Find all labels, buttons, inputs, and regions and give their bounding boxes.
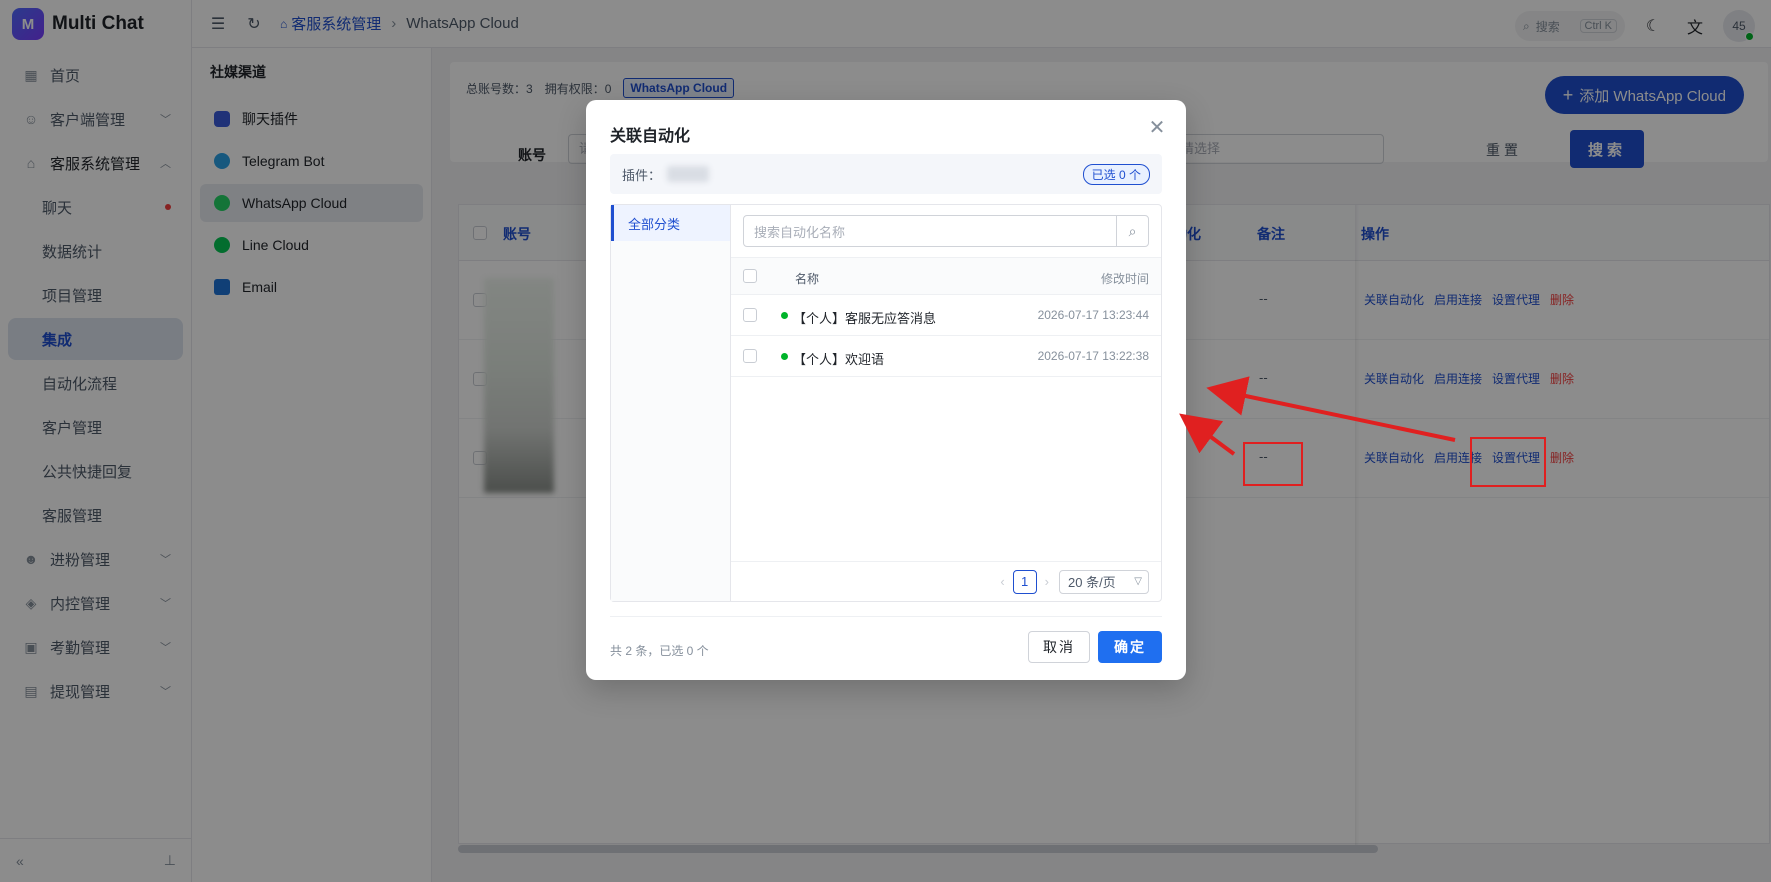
automation-list: 搜索自动化名称 ⌕ 名称 修改时间 【个人】客服无应答消息 2026-07-17… [731, 205, 1161, 601]
search-icon[interactable]: ⌕ [1116, 216, 1148, 246]
confirm-button[interactable]: 确定 [1098, 631, 1162, 663]
pagination: ‹ 1 › 20 条/页 ▽ [731, 561, 1161, 601]
plugin-label: 插件： [622, 167, 662, 183]
select-all-automations-checkbox[interactable] [743, 269, 757, 283]
list-header: 名称 修改时间 [731, 257, 1161, 295]
status-dot [781, 353, 788, 360]
automation-picker: 全部分类 搜索自动化名称 ⌕ 名称 修改时间 【个人】客服无应答消息 2026-… [610, 204, 1162, 602]
list-item[interactable]: 【个人】欢迎语 2026-07-17 13:22:38 [731, 336, 1161, 377]
annotation-box-link-action [1470, 437, 1546, 487]
current-page[interactable]: 1 [1012, 569, 1037, 594]
chevron-down-icon: ▽ [1134, 576, 1142, 587]
dialog-title: 关联自动化 [610, 128, 691, 145]
automation-search[interactable]: 搜索自动化名称 ⌕ [743, 215, 1149, 247]
category-all[interactable]: 全部分类 [611, 205, 730, 241]
page-size-value: 20 条/页 [1068, 575, 1116, 590]
selected-count-tag: 已选 0 个 [1082, 163, 1150, 185]
automation-time: 2026-07-17 13:23:44 [1037, 308, 1149, 322]
status-dot [781, 312, 788, 319]
selection-summary: 共 2 条，已选 0 个 [610, 644, 709, 658]
annotation-box-automation [1243, 442, 1303, 486]
close-icon[interactable]: ✕ [1146, 116, 1168, 139]
automation-search-input[interactable]: 搜索自动化名称 [744, 222, 1116, 241]
page-size-select[interactable]: 20 条/页 ▽ [1059, 569, 1149, 594]
list-item[interactable]: 【个人】客服无应答消息 2026-07-17 13:23:44 [731, 295, 1161, 336]
col-modified-time: 修改时间 [1100, 272, 1149, 286]
redacted-plugin-name [667, 166, 710, 182]
next-page-icon[interactable]: › [1045, 574, 1049, 589]
link-automation-dialog: 关联自动化 ✕ 插件： 已选 0 个 全部分类 搜索自动化名称 ⌕ 名称 修改时… [586, 100, 1186, 680]
col-name: 名称 [795, 272, 820, 286]
category-list: 全部分类 [611, 205, 731, 601]
automation-name: 【个人】客服无应答消息 [793, 311, 937, 326]
automation-time: 2026-07-17 13:22:38 [1037, 349, 1149, 363]
plugin-info-bar: 插件： 已选 0 个 [610, 154, 1162, 194]
cancel-button[interactable]: 取消 [1028, 631, 1090, 663]
prev-page-icon[interactable]: ‹ [1000, 574, 1004, 589]
automation-name: 【个人】欢迎语 [793, 352, 885, 367]
automation-checkbox[interactable] [743, 349, 757, 363]
automation-checkbox[interactable] [743, 308, 757, 322]
dialog-footer: 共 2 条，已选 0 个 取消 确定 [610, 616, 1162, 680]
